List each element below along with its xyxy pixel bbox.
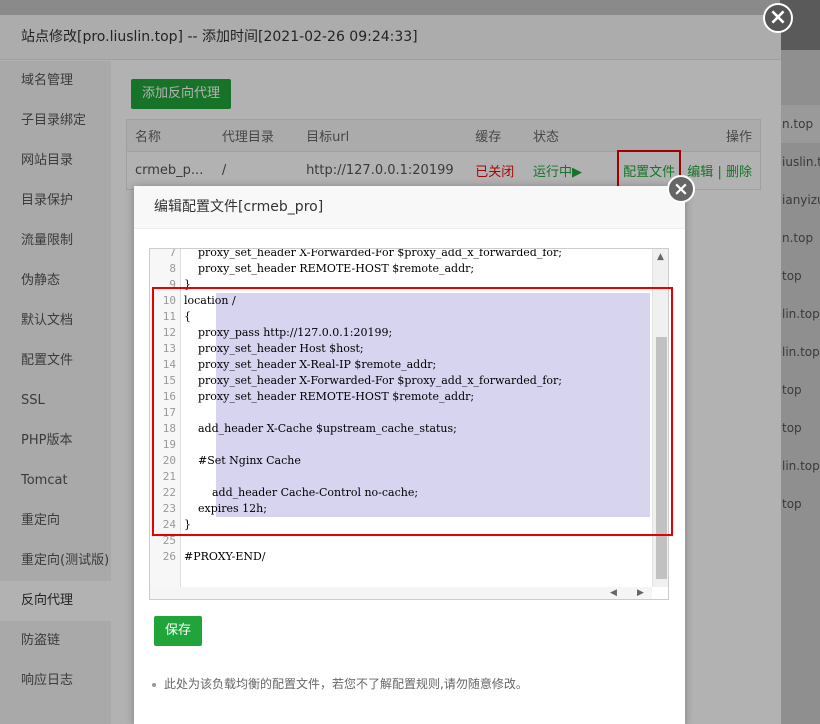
background-row: iuslin.top [782,155,820,169]
line-number: 7 [169,248,176,259]
close-icon[interactable]: × [667,175,695,203]
background-row: ianyizu [782,193,820,207]
scroll-up-icon[interactable]: ▲ [657,252,664,262]
line-number: 8 [169,262,176,275]
config-modal-title: 编辑配置文件[crmeb_pro] [134,186,685,229]
config-warning-note: 此处为该负载均衡的配置文件，若您不了解配置规则,请勿随意修改。 [152,675,528,692]
horizontal-scrollbar[interactable]: ◀ ▶ [150,587,652,599]
close-icon[interactable]: × [763,3,793,33]
scroll-left-icon[interactable]: ◀ [610,588,617,598]
background-row: n.top [782,231,814,245]
background-row: lin.top [782,459,820,473]
background-row: n.top [780,105,820,143]
line-number: 26 [162,550,176,563]
background-row: top [782,497,802,511]
scroll-right-icon[interactable]: ▶ [637,588,644,598]
highlight-box [152,287,673,536]
save-button[interactable]: 保存 [154,616,203,646]
note-text: 此处为该负载均衡的配置文件，若您不了解配置规则,请勿随意修改。 [164,677,528,691]
code-line: proxy_set_header REMOTE-HOST $remote_add… [184,262,475,275]
background-row: top [782,421,802,435]
code-line: #PROXY-END/ [184,550,266,563]
background-row: top [782,269,802,283]
background-row: lin.top [782,307,820,321]
background-row: lin.top [782,345,820,359]
bullet-icon [152,682,156,687]
background-site-list: n.top iuslin.top ianyizu n.top top lin.top lin… [780,105,820,523]
code-line: proxy_set_header X-Forwarded-For $proxy_… [184,248,562,259]
background-row: top [782,383,802,397]
